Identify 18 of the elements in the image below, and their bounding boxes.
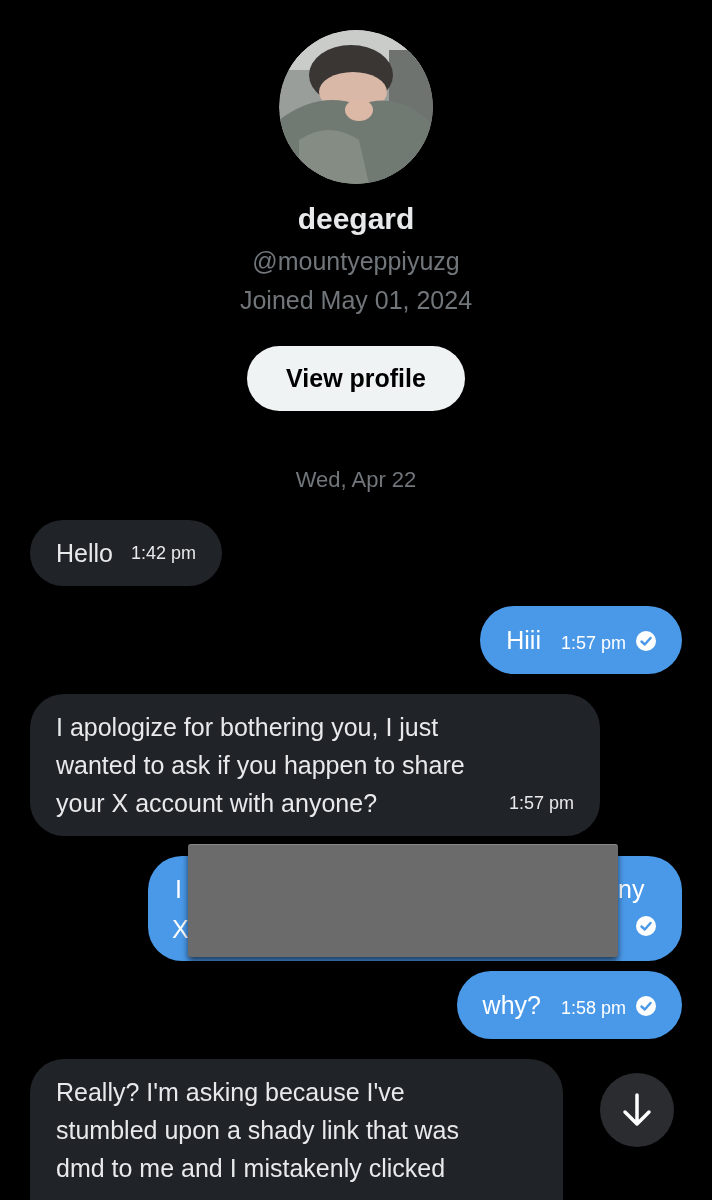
message-text: X (172, 914, 189, 945)
message-time: 1:57 pm (560, 633, 626, 653)
message-time: 1:42 pm (131, 542, 197, 565)
message-text: why? (482, 991, 541, 1019)
profile-handle: @mountyeppiyuzg (252, 246, 460, 277)
profile-name: deegard (297, 201, 415, 237)
message-text: I (175, 874, 182, 905)
message-text: I apologize for bothering you, I just wanted to ask if you happen to share your X account with anyone? (56, 712, 466, 819)
message-time: 1:57 pm (509, 792, 575, 815)
view-profile-button[interactable]: View profile (247, 346, 465, 411)
message-text: ny (618, 874, 645, 905)
arrow-down-icon (622, 1093, 652, 1127)
message-time: 1:58 pm (560, 998, 626, 1018)
date-separator: Wed, Apr 22 (295, 466, 417, 494)
message-text: Hello (56, 538, 113, 569)
message-text: Really? I'm asking because I've stumbled upon a shady link that was dmd to me and I mistakenly clicked (56, 1077, 460, 1184)
joined-date: Joined May 01, 2024 (239, 285, 473, 316)
message-text: Hiii (506, 626, 541, 654)
